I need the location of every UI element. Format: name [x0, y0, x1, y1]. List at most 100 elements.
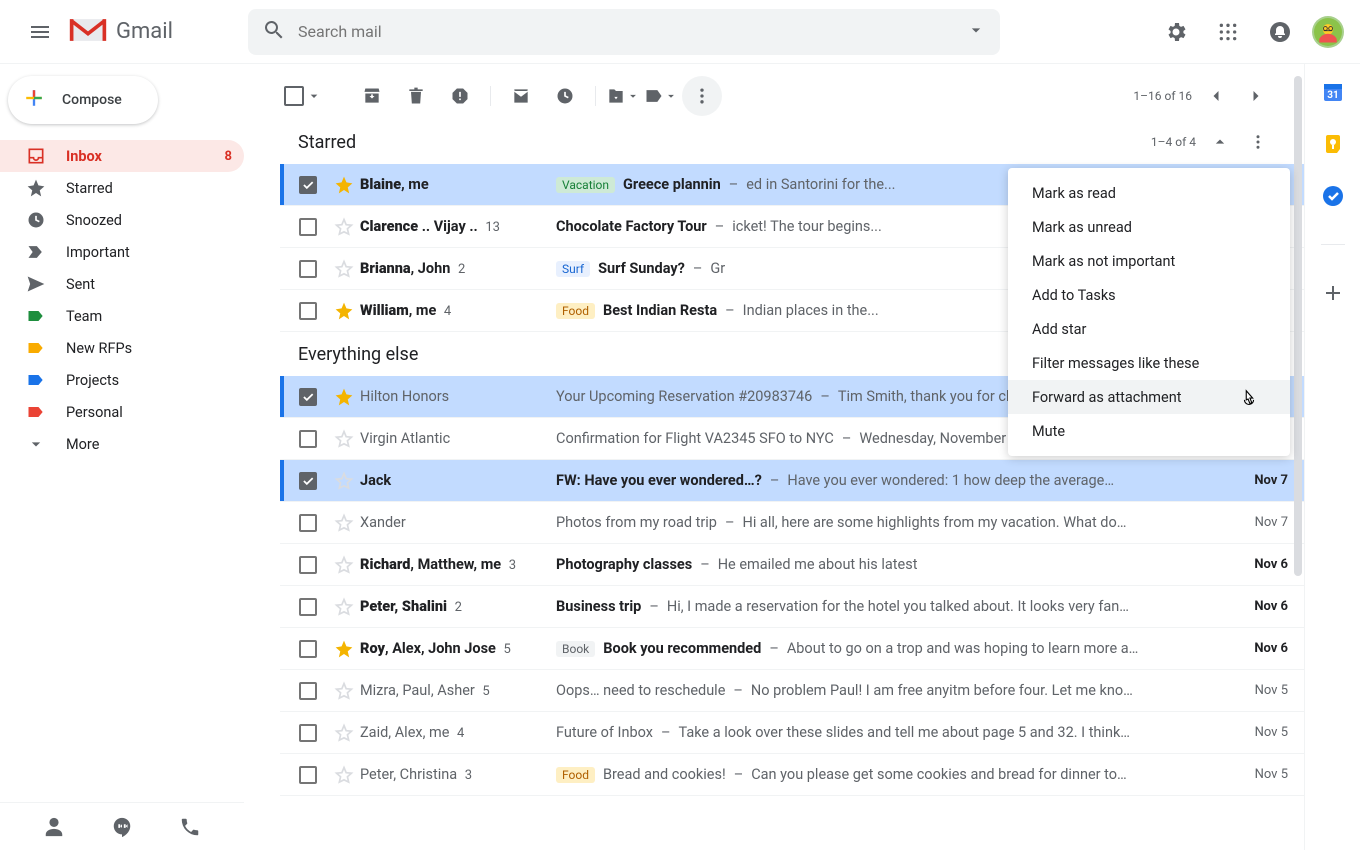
main-menu-button[interactable] — [16, 8, 64, 56]
row-checkbox[interactable] — [288, 724, 328, 742]
inbox-icon — [26, 146, 46, 166]
sender: Peter, Christina 3 — [360, 766, 556, 783]
apps-icon[interactable] — [1208, 12, 1248, 52]
section-more-icon[interactable] — [1244, 128, 1272, 156]
sender: Hilton Honors — [360, 388, 556, 405]
row-checkbox[interactable] — [288, 472, 328, 490]
mail-row[interactable]: Richard, Matthew, me 3Photography classe… — [280, 544, 1304, 586]
addons-icon[interactable] — [1321, 281, 1345, 305]
row-checkbox[interactable] — [288, 430, 328, 448]
row-checkbox[interactable] — [288, 556, 328, 574]
search-options-icon[interactable] — [966, 20, 986, 44]
sidebar-item-inbox[interactable]: Inbox8 — [0, 140, 244, 172]
star-icon[interactable] — [328, 301, 360, 321]
move-to-button[interactable] — [606, 76, 640, 116]
delete-button[interactable] — [396, 76, 436, 116]
compose-button[interactable]: Compose — [8, 76, 158, 124]
labels-button[interactable] — [644, 76, 678, 116]
settings-icon[interactable] — [1156, 12, 1196, 52]
star-icon[interactable] — [328, 387, 360, 407]
row-checkbox[interactable] — [288, 260, 328, 278]
sidebar-footer — [0, 802, 244, 850]
snooze-button[interactable] — [545, 76, 585, 116]
date: Nov 5 — [1224, 767, 1288, 782]
star-icon[interactable] — [328, 513, 360, 533]
mail-row[interactable]: Mizra, Paul, Asher 5Oops… need to resche… — [280, 670, 1304, 712]
mail-row[interactable]: Zaid, Alex, me 4Future of Inbox – Take a… — [280, 712, 1304, 754]
star-icon[interactable] — [328, 175, 360, 195]
star-icon[interactable] — [328, 259, 360, 279]
mail-row[interactable]: Peter, Shalini 2Business trip – Hi, I ma… — [280, 586, 1304, 628]
clock-icon — [26, 210, 46, 230]
mail-row[interactable]: JackFW: Have you ever wondered…? – Have … — [280, 460, 1304, 502]
archive-button[interactable] — [352, 76, 392, 116]
next-page-button[interactable] — [1240, 80, 1272, 112]
sidebar-item-team[interactable]: Team — [0, 300, 244, 332]
phone-icon[interactable] — [174, 811, 206, 843]
row-checkbox[interactable] — [288, 766, 328, 784]
row-checkbox[interactable] — [288, 302, 328, 320]
dropdown-item-add-star[interactable]: Add star — [1008, 312, 1290, 346]
star-icon[interactable] — [328, 597, 360, 617]
row-checkbox[interactable] — [288, 682, 328, 700]
sidebar-item-label: Starred — [66, 180, 113, 197]
sidebar-item-new-rfps[interactable]: New RFPs — [0, 332, 244, 364]
hangouts-icon[interactable] — [106, 811, 138, 843]
dropdown-item-mark-as-unread[interactable]: Mark as unread — [1008, 210, 1290, 244]
row-checkbox[interactable] — [288, 388, 328, 406]
star-icon[interactable] — [328, 429, 360, 449]
star-icon[interactable] — [328, 217, 360, 237]
mail-row[interactable]: Roy, Alex, John Jose 5BookBook you recom… — [280, 628, 1304, 670]
dropdown-item-add-to-tasks[interactable]: Add to Tasks — [1008, 278, 1290, 312]
star-icon[interactable] — [328, 555, 360, 575]
more-dropdown: Mark as readMark as unreadMark as not im… — [1008, 168, 1290, 456]
dropdown-item-mute[interactable]: Mute — [1008, 414, 1290, 448]
star-icon[interactable] — [328, 471, 360, 491]
row-checkbox[interactable] — [288, 176, 328, 194]
star-icon[interactable] — [328, 639, 360, 659]
sidebar: Compose Inbox8 Starred SnoozedImportantSen… — [0, 64, 256, 850]
account-avatar[interactable] — [1312, 16, 1344, 48]
sidebar-item-label: Personal — [66, 404, 123, 421]
subject: Book you recommended — [603, 640, 761, 657]
select-all-checkbox[interactable] — [280, 76, 326, 116]
sidebar-item-personal[interactable]: Personal — [0, 396, 244, 428]
sidebar-item-label: Team — [66, 308, 102, 325]
dropdown-item-forward-as-attachment[interactable]: Forward as attachment — [1008, 380, 1290, 414]
keep-icon[interactable] — [1321, 132, 1345, 156]
row-checkbox[interactable] — [288, 514, 328, 532]
star-icon[interactable] — [328, 765, 360, 785]
row-checkbox[interactable] — [288, 640, 328, 658]
prev-page-button[interactable] — [1200, 80, 1232, 112]
mail-row[interactable]: XanderPhotos from my road trip – Hi all,… — [280, 502, 1304, 544]
spam-button[interactable] — [440, 76, 480, 116]
sidebar-item-snoozed[interactable]: Snoozed — [0, 204, 244, 236]
dropdown-item-filter-messages-like-these[interactable]: Filter messages like these — [1008, 346, 1290, 380]
star-icon[interactable] — [328, 723, 360, 743]
more-button[interactable] — [682, 76, 722, 116]
sender: Brianna, John 2 — [360, 260, 556, 277]
mail-row[interactable]: Peter, Christina 3FoodBread and cookies!… — [280, 754, 1304, 796]
sidebar-item-projects[interactable]: Projects — [0, 364, 244, 396]
notifications-icon[interactable] — [1260, 12, 1300, 52]
calendar-icon[interactable]: 31 — [1321, 80, 1345, 104]
row-checkbox[interactable] — [288, 598, 328, 616]
star-icon[interactable] — [328, 681, 360, 701]
date: Nov 7 — [1224, 473, 1288, 488]
row-checkbox[interactable] — [288, 218, 328, 236]
tasks-icon[interactable] — [1321, 184, 1345, 208]
sidebar-item-important[interactable]: Important — [0, 236, 244, 268]
sidebar-item-starred[interactable]: Starred — [0, 172, 244, 204]
person-icon[interactable] — [38, 811, 70, 843]
search-input[interactable] — [298, 22, 966, 41]
dropdown-item-mark-as-read[interactable]: Mark as read — [1008, 176, 1290, 210]
mark-unread-button[interactable] — [501, 76, 541, 116]
collapse-icon[interactable] — [1206, 128, 1234, 156]
search-box[interactable] — [248, 9, 1000, 55]
scrollbar[interactable] — [1294, 76, 1302, 776]
section-title: Starred — [298, 132, 356, 153]
sidebar-item-more[interactable]: More — [0, 428, 244, 460]
sidebar-item-sent[interactable]: Sent — [0, 268, 244, 300]
dropdown-item-mark-as-not-important[interactable]: Mark as not important — [1008, 244, 1290, 278]
compose-label: Compose — [62, 92, 122, 108]
